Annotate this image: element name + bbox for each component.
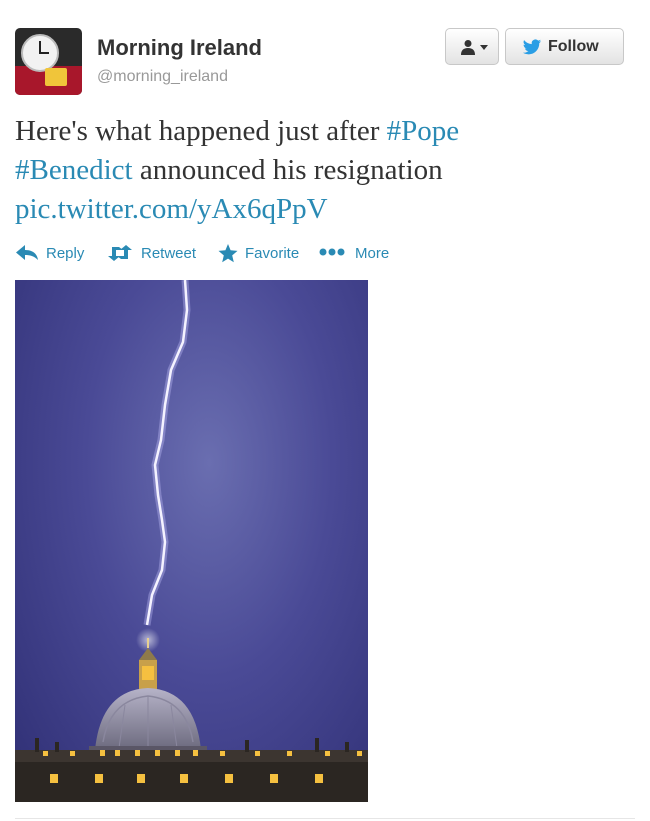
follow-button[interactable]: Follow <box>505 28 624 65</box>
clock-icon <box>21 34 59 72</box>
media-link[interactable]: pic.twitter.com/yAx6qPpV <box>15 193 328 225</box>
star-icon <box>218 244 238 263</box>
tweet-text-part: announced his resignation <box>132 154 443 186</box>
follow-button-label: Follow <box>548 38 599 55</box>
hashtag-link[interactable]: #Benedict <box>15 154 133 186</box>
reply-label: Reply <box>46 245 85 262</box>
hashtag-link[interactable]: #Pope <box>387 115 460 147</box>
profile-name[interactable]: Morning Ireland <box>97 35 262 61</box>
divider <box>15 818 635 819</box>
favorite-label: Favorite <box>245 245 300 262</box>
person-icon <box>461 40 475 55</box>
more-label: More <box>355 245 390 262</box>
user-actions-button[interactable] <box>445 28 499 65</box>
tweet-text-part: Here's what happened just after <box>15 115 387 147</box>
retweet-icon <box>108 245 132 261</box>
chevron-down-icon <box>480 45 488 50</box>
reply-arrow-icon <box>16 245 38 260</box>
profile-avatar[interactable] <box>15 28 82 95</box>
retweet-label: Retweet <box>141 245 197 262</box>
lightning-over-dome-photo <box>15 280 368 802</box>
tweet-text: Here's what happened just after #Pope #Be… <box>15 112 615 229</box>
radio-logo-icon <box>45 68 67 86</box>
tweet-photo[interactable] <box>15 280 368 802</box>
profile-handle[interactable]: @morning_ireland <box>97 68 228 86</box>
more-dots-icon <box>319 248 345 256</box>
twitter-bird-icon <box>522 39 542 55</box>
